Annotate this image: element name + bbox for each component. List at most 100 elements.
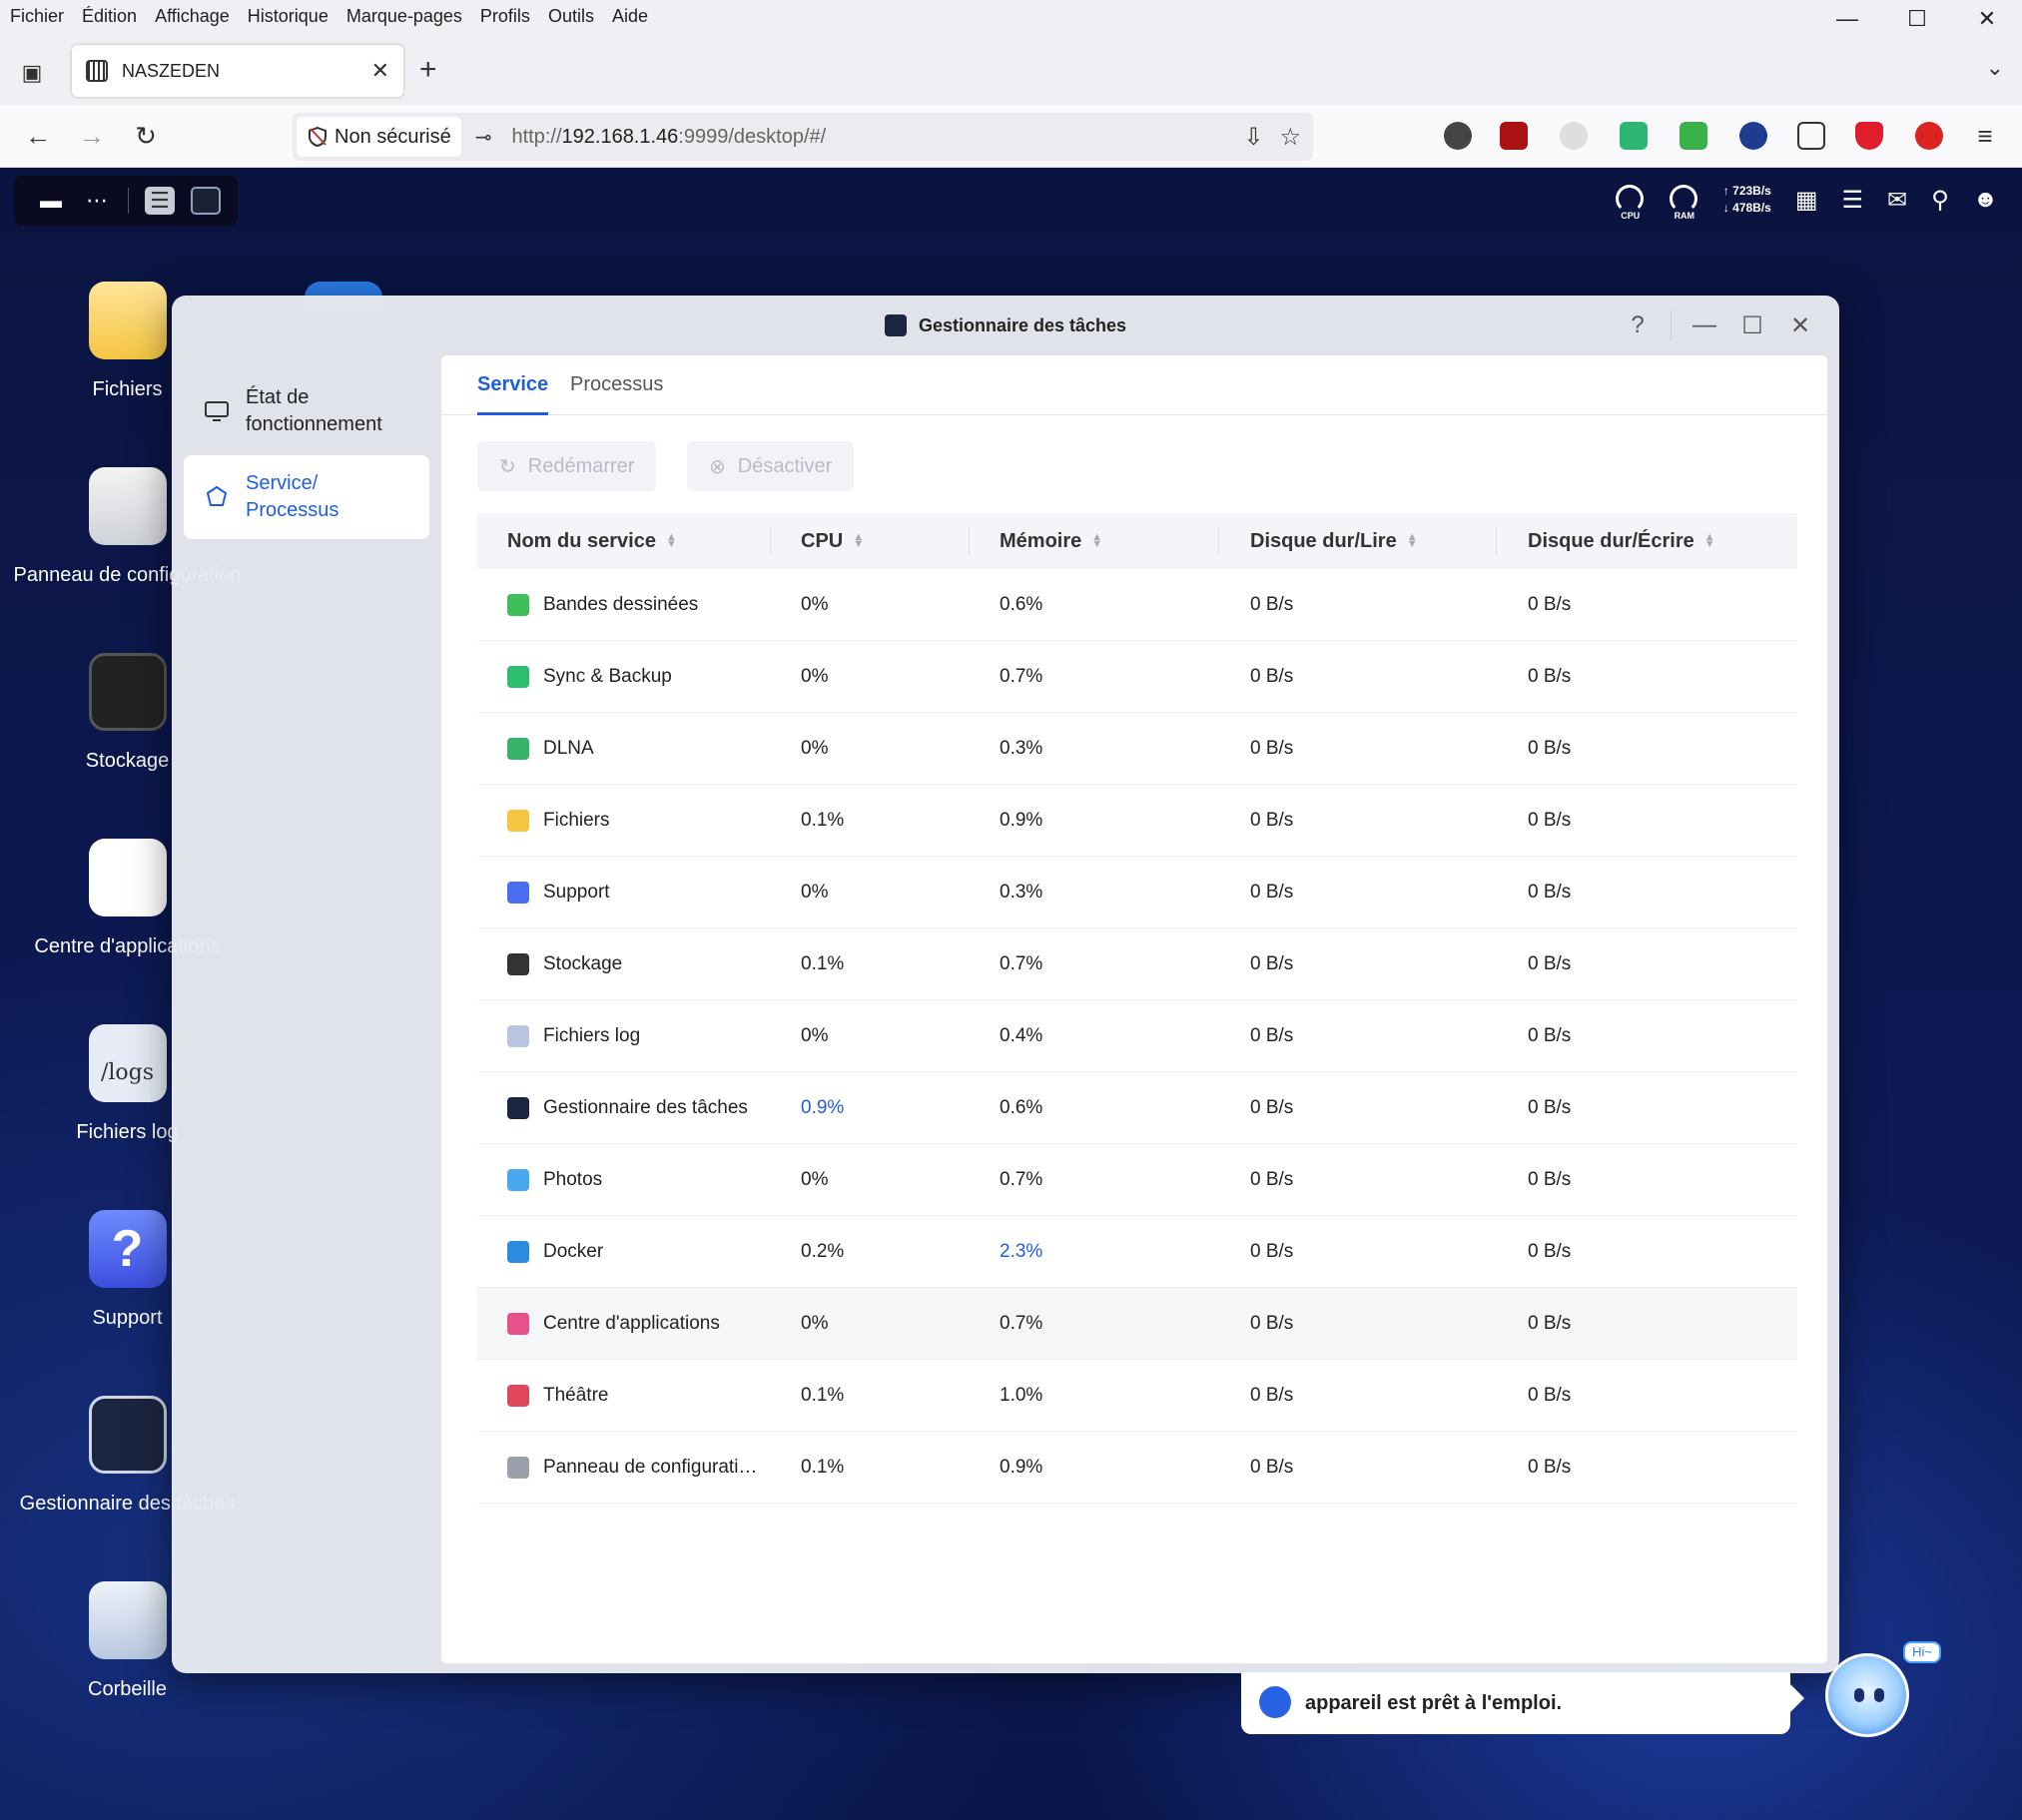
cell-read: 0 B/s <box>1250 810 1294 831</box>
assistant-robot-icon[interactable] <box>1825 1653 1909 1737</box>
cell-write: 0 B/s <box>1528 1457 1572 1478</box>
disable-button[interactable]: ⊗ Désactiver <box>687 441 855 491</box>
table-row[interactable]: Centre d'applications 0% 0.7% 0 B/s 0 B/s <box>477 1288 1797 1360</box>
service-icon <box>507 738 529 760</box>
new-tab-icon[interactable]: + <box>419 53 437 87</box>
table-row[interactable]: Théâtre 0.1% 1.0% 0 B/s 0 B/s <box>477 1360 1797 1432</box>
cell-write: 0 B/s <box>1528 1241 1572 1262</box>
extension-shield-red-icon[interactable] <box>1855 122 1883 150</box>
bookmark-star-icon[interactable]: ☆ <box>1279 123 1301 152</box>
menu-outils[interactable]: Outils <box>539 6 603 27</box>
cell-write: 0 B/s <box>1528 1313 1572 1334</box>
table-row[interactable]: Gestionnaire des tâches 0.9% 0.6% 0 B/s 0 B/… <box>477 1072 1797 1144</box>
trash-icon <box>88 1581 167 1659</box>
table-row[interactable]: Photos 0% 0.7% 0 B/s 0 B/s <box>477 1144 1797 1216</box>
table-row[interactable]: Panneau de configurati… 0.1% 0.9% 0 B/s 0 B/… <box>477 1432 1797 1504</box>
col-header-disk-read[interactable]: Disque dur/Lire ▲ ▼ <box>1250 513 1418 569</box>
menu-affichage[interactable]: Affichage <box>146 6 239 27</box>
col-header-disk-write[interactable]: Disque dur/Écrire ▲ ▼ <box>1528 513 1715 569</box>
cell-cpu: 0.1% <box>801 953 845 974</box>
extension-cloud-icon[interactable] <box>1560 122 1588 150</box>
forward-icon[interactable]: → <box>74 118 110 154</box>
cell-read: 0 B/s <box>1250 882 1294 903</box>
cell-cpu: 0.9% <box>801 1097 845 1118</box>
table-row[interactable]: Bandes dessinées 0% 0.6% 0 B/s 0 B/s <box>477 569 1797 641</box>
tab-close-icon[interactable]: ✕ <box>371 58 389 84</box>
window-titlebar[interactable]: Gestionnaire des tâches <box>172 296 1839 355</box>
back-icon[interactable]: ← <box>20 118 56 154</box>
col-header-memory[interactable]: Mémoire ▲ ▼ <box>1000 513 1102 569</box>
app-menu-icon[interactable]: ≡ <box>1967 118 2003 154</box>
taskbar-control-panel-icon[interactable]: ☰ <box>145 187 175 215</box>
extension-w-icon[interactable] <box>1620 122 1648 150</box>
menu-edition[interactable]: Édition <box>73 6 146 27</box>
col-header-name[interactable]: Nom du service ▲ ▼ <box>507 513 677 569</box>
col-header-cpu[interactable]: CPU ▲ ▼ <box>801 513 864 569</box>
app-center-icon <box>88 839 167 916</box>
cell-name: Centre d'applications <box>507 1288 720 1360</box>
extension-s-icon[interactable] <box>1915 122 1943 150</box>
table-row[interactable]: Fichiers log 0% 0.4% 0 B/s 0 B/s <box>477 1000 1797 1072</box>
cell-write: 0 B/s <box>1528 738 1572 759</box>
browser-tab[interactable]: NASZEDEN ✕ <box>72 45 403 97</box>
cell-write: 0 B/s <box>1528 1385 1572 1406</box>
extension-p-icon[interactable] <box>1444 122 1472 150</box>
restart-button[interactable]: ↻ Redémarrer <box>477 441 657 491</box>
tab-processus[interactable]: Processus <box>570 373 663 396</box>
window-controls-nas: ? — ☐ ✕ <box>1623 305 1815 345</box>
url-bar[interactable]: Non sécurisé ⊸ http://192.168.1.46:9999/… <box>293 113 1313 161</box>
network-speed[interactable]: ↑ 723B/s ↓ 478B/s <box>1723 183 1771 217</box>
tab-service[interactable]: Service <box>477 373 549 415</box>
table-row[interactable]: Docker 0.2% 2.3% 0 B/s 0 B/s <box>477 1216 1797 1288</box>
task-manager-window: Gestionnaire des tâches ? — ☐ ✕ État de f… <box>172 296 1839 1673</box>
app-grid-icon[interactable]: ⋯ <box>82 187 112 215</box>
user-icon[interactable]: ☻ <box>1973 186 1998 214</box>
notification-text: appareil est prêt à l'emploi. <box>1305 1691 1563 1714</box>
tab-list-icon[interactable]: ▣ <box>14 55 50 91</box>
url-text[interactable]: http://192.168.1.46:9999/desktop/#/ <box>511 126 826 149</box>
cell-write: 0 B/s <box>1528 1097 1572 1118</box>
notification-toast[interactable]: appareil est prêt à l'emploi. <box>1241 1672 1804 1734</box>
extension-green-icon[interactable] <box>1680 122 1707 150</box>
table-row[interactable]: Stockage 0.1% 0.7% 0 B/s 0 B/s <box>477 928 1797 1000</box>
messages-icon[interactable]: ✉ <box>1887 186 1907 215</box>
security-label: Non sécurisé <box>335 125 451 148</box>
extension-eu-icon[interactable] <box>1739 122 1767 150</box>
reload-icon[interactable]: ↻ <box>128 118 164 154</box>
task-list-icon[interactable]: ☰ <box>1842 186 1864 215</box>
install-icon[interactable]: ⇩ <box>1243 123 1263 152</box>
taskbar-task-manager-icon[interactable] <box>191 187 221 215</box>
sidebar-item-etat[interactable]: État de fonctionnement <box>184 369 429 453</box>
window-maximize-icon[interactable]: ☐ <box>1737 305 1767 345</box>
show-desktop-icon[interactable]: ▬ <box>36 187 66 215</box>
extensions-puzzle-icon[interactable] <box>1797 122 1825 150</box>
cell-mem: 2.3% <box>1000 1241 1043 1262</box>
tab-bar: Service Processus <box>441 355 1827 415</box>
menu-historique[interactable]: Historique <box>239 6 337 27</box>
security-indicator[interactable]: Non sécurisé <box>297 117 461 157</box>
window-close-icon[interactable]: ✕ <box>1785 305 1815 345</box>
tab-overflow-chevron-icon[interactable]: ⌄ <box>1986 55 2004 81</box>
browser-menubar: Fichier Édition Affichage Historique Mar… <box>0 0 2022 33</box>
table-row[interactable]: Sync & Backup 0% 0.7% 0 B/s 0 B/s <box>477 641 1797 713</box>
table-row[interactable]: Support 0% 0.3% 0 B/s 0 B/s <box>477 857 1797 928</box>
cell-cpu: 0.1% <box>801 1385 845 1406</box>
widgets-icon[interactable]: ▦ <box>1795 186 1818 215</box>
cpu-gauge-icon[interactable]: CPU <box>1615 185 1646 221</box>
table-row[interactable]: Fichiers 0.1% 0.9% 0 B/s 0 B/s <box>477 785 1797 857</box>
ublock-icon[interactable] <box>1500 122 1528 150</box>
cell-cpu: 0.1% <box>801 1457 845 1478</box>
ram-gauge-icon[interactable]: RAM <box>1669 185 1699 221</box>
menu-fichier[interactable]: Fichier <box>0 6 73 27</box>
help-icon[interactable]: ? <box>1623 305 1653 345</box>
cell-cpu: 0% <box>801 594 829 615</box>
window-minimize-icon[interactable]: — <box>1689 305 1719 345</box>
menu-profils[interactable]: Profils <box>471 6 539 27</box>
sidebar-item-service[interactable]: Service/Processus <box>184 455 429 539</box>
table-row[interactable]: DLNA 0% 0.3% 0 B/s 0 B/s <box>477 713 1797 785</box>
menu-aide[interactable]: Aide <box>603 6 657 27</box>
key-icon[interactable]: ⊸ <box>475 125 492 150</box>
search-icon[interactable]: ⚲ <box>1931 186 1949 215</box>
menu-marque-pages[interactable]: Marque-pages <box>337 6 471 27</box>
service-icon <box>507 1313 529 1335</box>
